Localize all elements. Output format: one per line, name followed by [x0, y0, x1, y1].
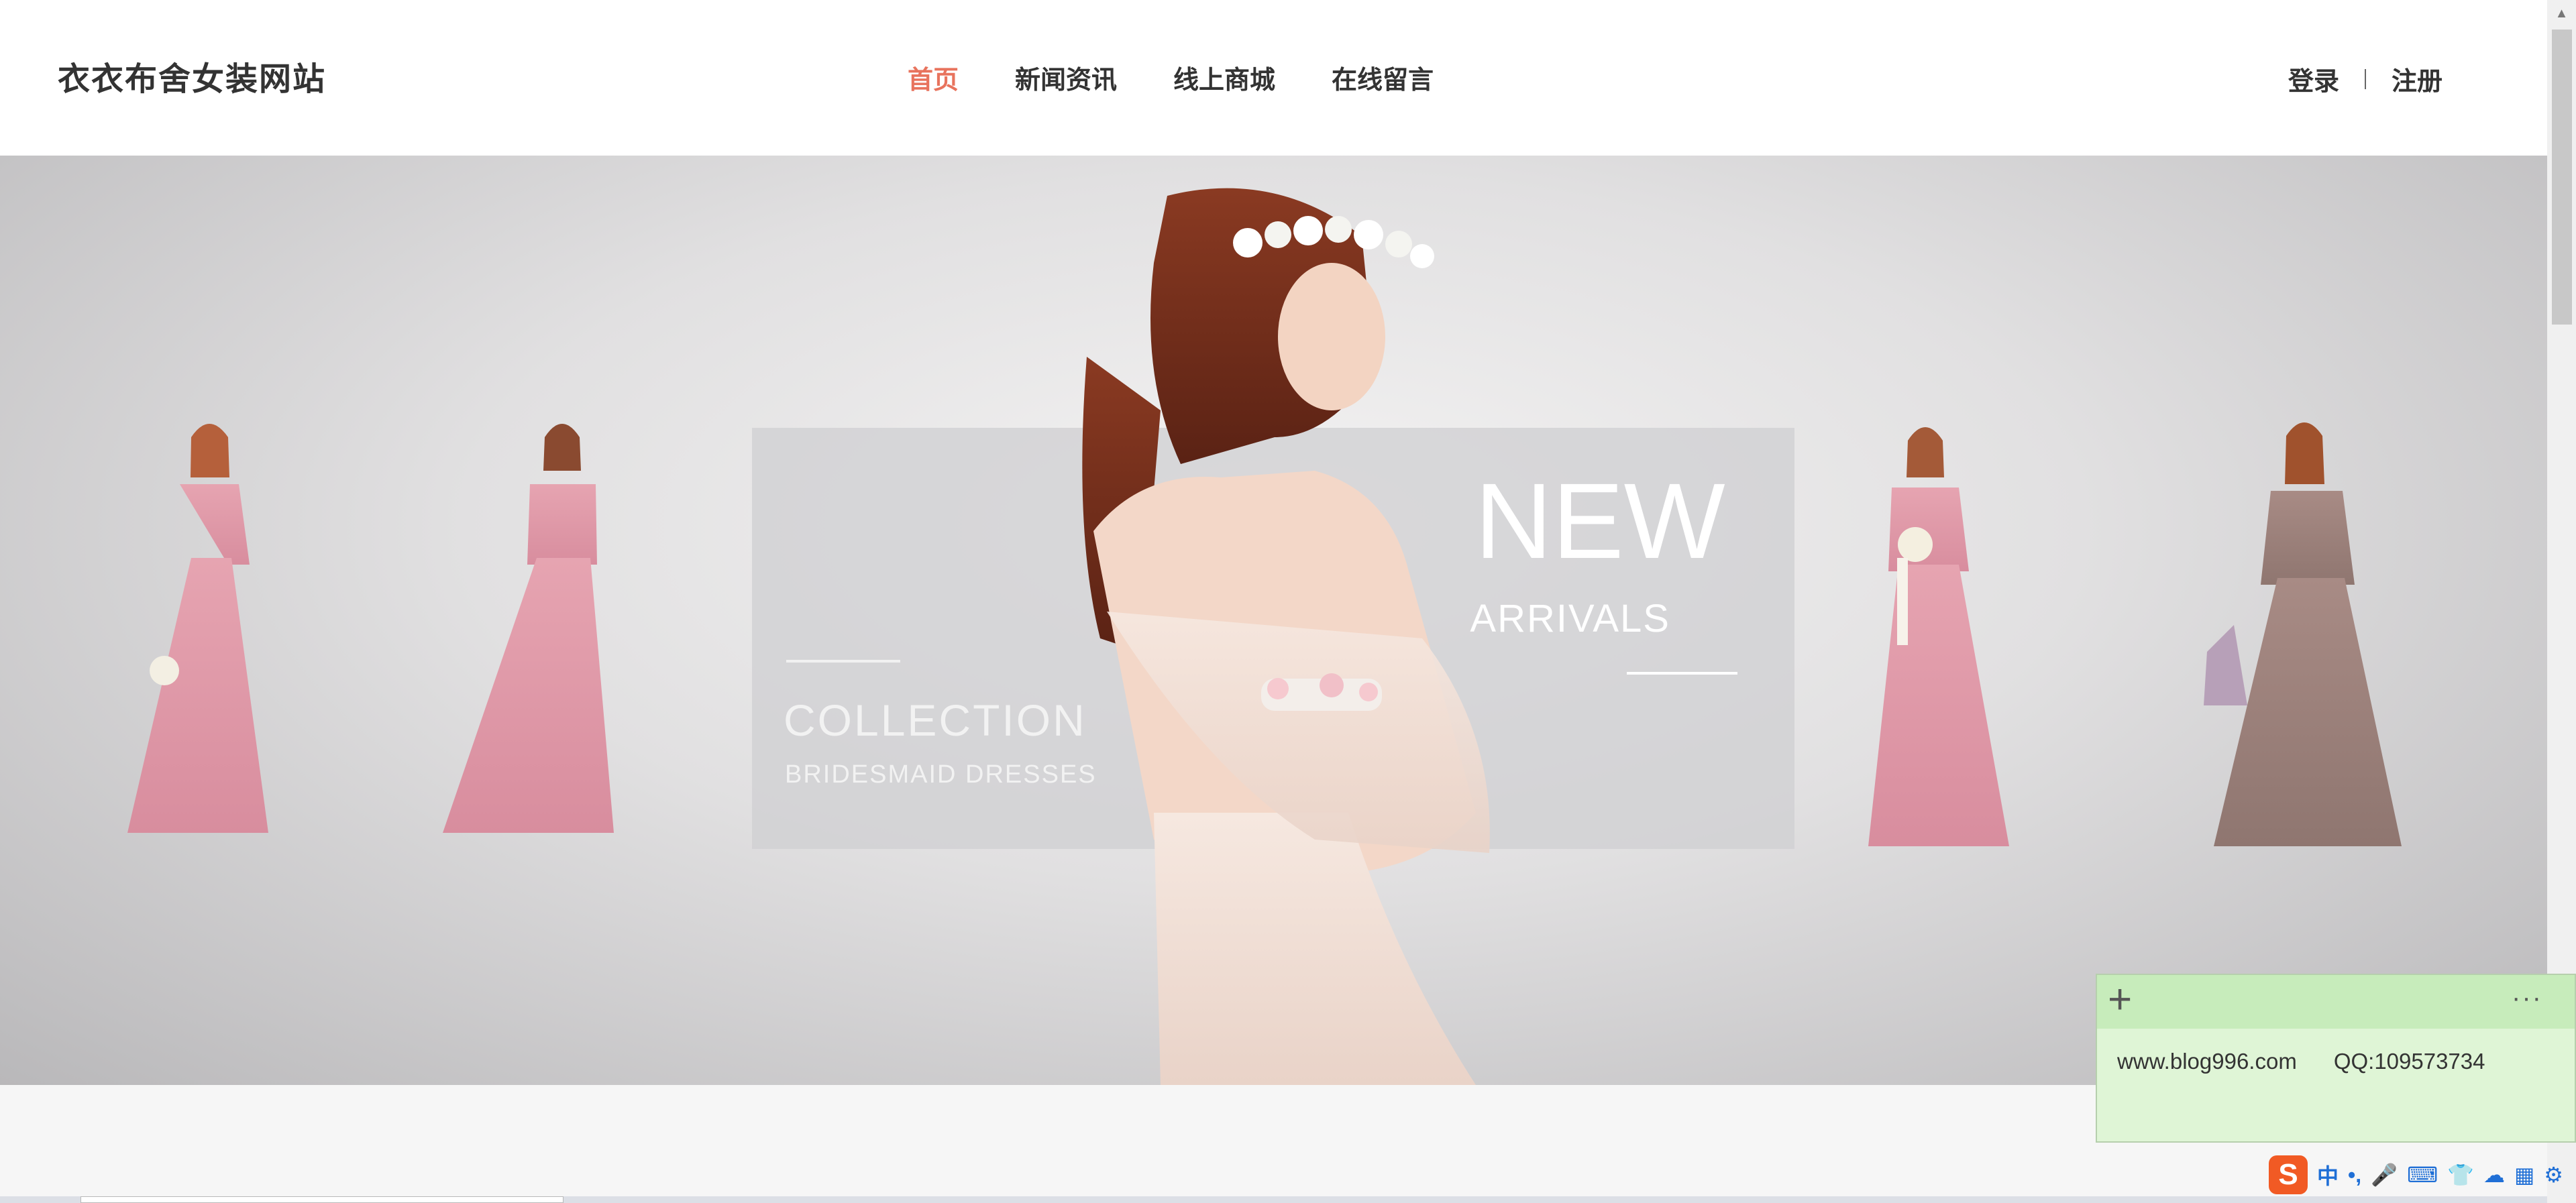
ime-chinese-mode[interactable]: 中	[2317, 1159, 2339, 1190]
ime-cloud-icon[interactable]: ☁	[2483, 1162, 2505, 1188]
ime-punctuation-icon[interactable]: •,	[2348, 1163, 2361, 1188]
site-header: 衣衣布舍女装网站 首页 新闻资讯 线上商城 在线留言 登录 注册	[0, 0, 2547, 156]
scrollbar-thumb[interactable]	[2552, 30, 2572, 325]
sogou-ime-icon[interactable]: S	[2269, 1155, 2308, 1194]
nav-home[interactable]: 首页	[908, 59, 959, 96]
model-5	[2204, 422, 2402, 846]
sticky-note-text[interactable]: www.blog996.com QQ:109573734	[2117, 1049, 2485, 1074]
add-note-icon[interactable]: +	[2108, 979, 2132, 1021]
nav-message[interactable]: 在线留言	[1332, 59, 1434, 96]
auth-links: 登录 注册	[2288, 60, 2443, 97]
main-nav: 首页 新闻资讯 线上商城 在线留言	[908, 59, 1490, 96]
nav-news[interactable]: 新闻资讯	[1015, 59, 1117, 96]
ime-voice-icon[interactable]: 🎤	[2371, 1162, 2398, 1188]
model-2	[443, 424, 614, 833]
login-link[interactable]: 登录	[2288, 60, 2339, 97]
register-link[interactable]: 注册	[2392, 60, 2443, 97]
taskbar-tab[interactable]	[80, 1196, 564, 1203]
subhead-rule	[1627, 672, 1737, 675]
banner-collection-sub: BRIDESMAID DRESSES	[785, 760, 1097, 789]
sticky-note[interactable]: + ··· www.blog996.com QQ:109573734	[2096, 974, 2576, 1143]
ime-skin-icon[interactable]: 👕	[2447, 1162, 2474, 1188]
ime-keyboard-icon[interactable]: ⌨	[2407, 1162, 2438, 1188]
banner-subhead: ARRIVALS	[1470, 597, 1670, 640]
scroll-up-arrow-icon[interactable]: ▲	[2547, 0, 2576, 27]
ime-grid-icon[interactable]: ▦	[2514, 1162, 2534, 1188]
model-1	[127, 424, 268, 833]
more-options-icon[interactable]: ···	[2512, 983, 2542, 1013]
site-logo[interactable]: 衣衣布舍女装网站	[58, 52, 326, 99]
banner-collection: COLLECTION	[784, 695, 1087, 745]
model-4	[1868, 427, 2009, 846]
nav-shop[interactable]: 线上商城	[1173, 59, 1275, 96]
sticky-note-toolbar: + ···	[2097, 975, 2575, 1029]
auth-divider	[2365, 68, 2367, 89]
ime-settings-icon[interactable]: ⚙	[2544, 1162, 2563, 1188]
ime-toolbar: S 中 •, 🎤 ⌨ 👕 ☁ ▦ ⚙	[2269, 1155, 2563, 1195]
hero-banner[interactable]: NEW ARRIVALS COLLECTION BRIDESMAID DRESS…	[0, 156, 2547, 1085]
collection-rule	[786, 660, 900, 663]
banner-headline: NEW	[1474, 461, 1725, 581]
banner-artwork: NEW ARRIVALS COLLECTION BRIDESMAID DRESS…	[127, 188, 2402, 1085]
